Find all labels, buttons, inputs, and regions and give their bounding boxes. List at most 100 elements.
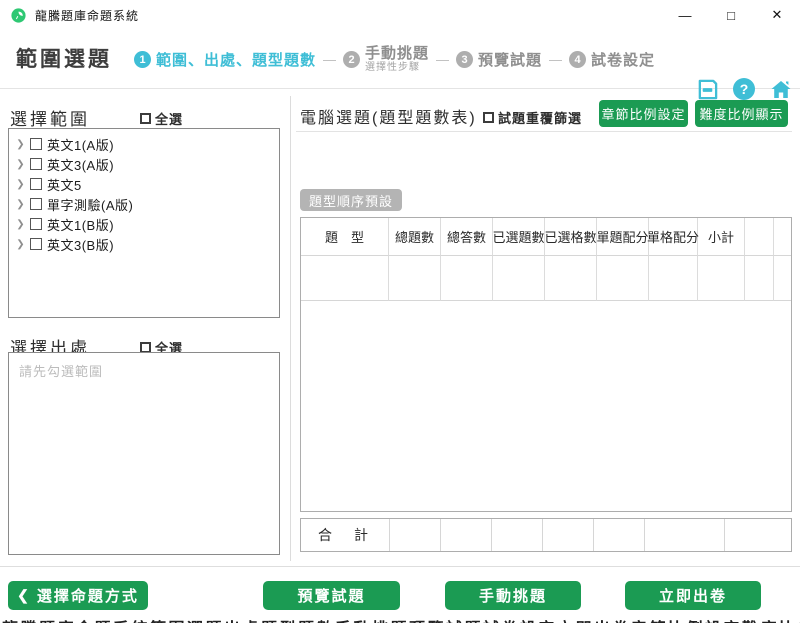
home-icon xyxy=(769,77,793,102)
cell-empty xyxy=(745,256,774,301)
step-1-badge: 1 xyxy=(134,51,151,68)
tree-item-label: 英文3(B版) xyxy=(47,235,114,254)
window-title: 龍騰題庫命題系統 xyxy=(35,7,139,24)
tree-item[interactable]: ❯ 英文1(A版) xyxy=(9,134,279,154)
total-cell xyxy=(644,519,724,551)
step-1-range[interactable]: 1 範圍、出處、題型題數 xyxy=(134,49,316,70)
step-2-badge: 2 xyxy=(343,51,360,68)
preview-questions-button[interactable]: 預覽試題 xyxy=(263,581,400,610)
table-header-row: 題 型 總題數 總答數 已選題數 已選格數 單題配分 單格配分 小計 xyxy=(301,218,791,256)
col-header-type: 題 型 xyxy=(301,218,389,256)
tree-item[interactable]: ❯ 英文1(B版) xyxy=(9,214,279,234)
total-cell xyxy=(542,519,593,551)
col-header-points-per-question: 單題配分 xyxy=(597,218,649,256)
col-header-empty xyxy=(774,218,791,256)
step-4-label: 試卷設定 xyxy=(591,49,655,70)
source-placeholder: 請先勾選範圍 xyxy=(19,364,103,379)
cell-total-answers[interactable] xyxy=(441,256,493,301)
range-select-all-label: 全選 xyxy=(155,109,183,128)
source-list-box: 請先勾選範圍 xyxy=(8,352,280,555)
type-order-preset-button[interactable]: 題型順序預設 xyxy=(300,189,402,211)
step-separator: — xyxy=(323,52,336,67)
tree-item-label: 英文1(A版) xyxy=(47,135,114,154)
step-3-preview[interactable]: 3 預覽試題 xyxy=(456,49,542,70)
save-button[interactable] xyxy=(695,77,719,101)
tree-item[interactable]: ❯ 英文3(A版) xyxy=(9,154,279,174)
col-header-selected-questions: 已選題數 xyxy=(493,218,545,256)
save-icon xyxy=(696,78,719,101)
cell-points-per-blank[interactable] xyxy=(649,256,698,301)
expand-chevron-icon[interactable]: ❯ xyxy=(16,159,25,170)
cell-type[interactable] xyxy=(301,256,389,301)
step-3-label: 預覽試題 xyxy=(478,49,542,70)
difficulty-ratio-button[interactable]: 難度比例顯示 xyxy=(695,100,788,127)
total-cell xyxy=(491,519,542,551)
computer-pick-title: 電腦選題(題型題數表) xyxy=(300,104,477,128)
range-select-all[interactable]: 全選 xyxy=(140,109,183,128)
duplicate-filter-label: 試題重覆篩選 xyxy=(498,108,582,127)
panel-divider xyxy=(290,96,291,561)
cell-points-per-question[interactable] xyxy=(597,256,649,301)
duplicate-filter-checkbox[interactable] xyxy=(483,112,494,123)
step-2-manual-pick[interactable]: 2 手動挑題 選擇性步驟 xyxy=(343,45,429,74)
page-title: 範圍選題 xyxy=(16,43,112,73)
col-header-selected-blanks: 已選格數 xyxy=(545,218,597,256)
tree-item-checkbox[interactable] xyxy=(30,138,42,150)
page-header: 範圍選題 1 範圍、出處、題型題數 — 2 手動挑題 選擇性步驟 — 3 預覽試… xyxy=(0,30,800,89)
expand-chevron-icon[interactable]: ❯ xyxy=(16,219,25,230)
app-logo-icon xyxy=(10,7,27,24)
tree-item-checkbox[interactable] xyxy=(30,178,42,190)
range-select-all-checkbox[interactable] xyxy=(140,113,151,124)
step-separator: — xyxy=(549,52,562,67)
generate-paper-button[interactable]: 立即出卷 xyxy=(625,581,761,610)
expand-chevron-icon[interactable]: ❯ xyxy=(16,179,25,190)
step-2-label: 手動挑題 xyxy=(365,45,429,62)
tree-item[interactable]: ❯ 單字測驗(A版) xyxy=(9,194,279,214)
total-label: 合 計 xyxy=(301,519,389,551)
cell-selected-blanks[interactable] xyxy=(545,256,597,301)
back-button-label: 選擇命題方式 xyxy=(37,585,139,606)
step-3-badge: 3 xyxy=(456,51,473,68)
total-cell xyxy=(593,519,644,551)
section-divider xyxy=(296,131,792,132)
step-separator: — xyxy=(436,52,449,67)
total-row: 合 計 xyxy=(300,518,792,552)
col-header-subtotal: 小計 xyxy=(698,218,745,256)
manual-pick-button[interactable]: 手動挑題 xyxy=(445,581,581,610)
expand-chevron-icon[interactable]: ❯ xyxy=(16,239,25,250)
tree-item[interactable]: ❯ 英文3(B版) xyxy=(9,234,279,254)
tree-item[interactable]: ❯ 英文5 xyxy=(9,174,279,194)
titlebar: 龍騰題庫命題系統 — □ ✕ xyxy=(0,0,800,30)
tree-item-label: 英文3(A版) xyxy=(47,155,114,174)
tree-item-checkbox[interactable] xyxy=(30,198,42,210)
col-header-empty xyxy=(745,218,774,256)
window-controls: — □ ✕ xyxy=(662,0,800,30)
step-1-label: 範圍、出處、題型題數 xyxy=(156,49,316,70)
tree-item-checkbox[interactable] xyxy=(30,218,42,230)
tree-item-checkbox[interactable] xyxy=(30,238,42,250)
help-button[interactable]: ? xyxy=(732,77,756,101)
duplicate-filter[interactable]: 試題重覆篩選 xyxy=(483,108,582,127)
total-cell xyxy=(440,519,491,551)
total-cell xyxy=(389,519,440,551)
cell-selected-questions[interactable] xyxy=(493,256,545,301)
table-row xyxy=(301,256,791,301)
help-icon: ? xyxy=(733,78,755,100)
cell-total-questions-input[interactable] xyxy=(389,256,441,301)
minimize-button[interactable]: — xyxy=(662,0,708,30)
maximize-button[interactable]: □ xyxy=(708,0,754,30)
close-button[interactable]: ✕ xyxy=(754,0,800,30)
col-header-points-per-blank: 單格配分 xyxy=(649,218,698,256)
back-to-mode-button[interactable]: ❮ 選擇命題方式 xyxy=(8,581,148,610)
expand-chevron-icon[interactable]: ❯ xyxy=(16,139,25,150)
wizard-steps: 1 範圍、出處、題型題數 — 2 手動挑題 選擇性步驟 — 3 預覽試題 — 4… xyxy=(134,30,655,89)
chapter-ratio-button[interactable]: 章節比例設定 xyxy=(599,100,688,127)
expand-chevron-icon[interactable]: ❯ xyxy=(16,199,25,210)
home-button[interactable] xyxy=(769,77,793,101)
step-4-paper-settings[interactable]: 4 試卷設定 xyxy=(569,49,655,70)
cell-empty xyxy=(774,256,791,301)
tree-item-checkbox[interactable] xyxy=(30,158,42,170)
cell-subtotal[interactable] xyxy=(698,256,745,301)
col-header-total-answers: 總答數 xyxy=(441,218,493,256)
tree-item-label: 單字測驗(A版) xyxy=(47,195,133,214)
